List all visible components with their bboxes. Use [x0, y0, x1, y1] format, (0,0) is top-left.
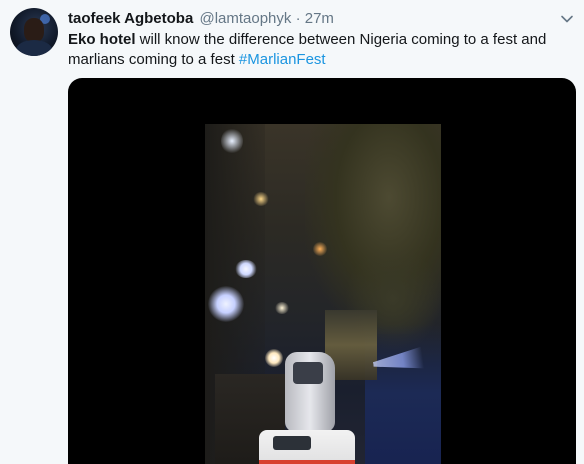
- video-van: [259, 430, 355, 464]
- tweet[interactable]: taofeek Agbetoba @lamtaophyk · 27m Eko h…: [0, 0, 584, 464]
- video-light: [275, 302, 289, 314]
- separator-dot: ·: [295, 10, 301, 27]
- hashtag-link[interactable]: #MarlianFest: [239, 51, 326, 68]
- author-avatar[interactable]: [10, 8, 58, 56]
- tweet-text: Eko hotel will know the difference betwe…: [68, 30, 568, 70]
- avatar-shirt: [16, 40, 52, 56]
- tweet-timestamp[interactable]: 27m: [305, 10, 334, 27]
- video-light: [208, 286, 244, 322]
- video-media[interactable]: [68, 78, 576, 464]
- tweet-text-bold: Eko hotel: [68, 31, 136, 48]
- author-name[interactable]: taofeek Agbetoba: [68, 10, 193, 27]
- video-light: [313, 242, 327, 256]
- author-handle[interactable]: @lamtaophyk: [199, 10, 291, 27]
- video-light: [265, 349, 283, 367]
- video-car-window: [293, 362, 323, 384]
- tweet-header: taofeek Agbetoba @lamtaophyk · 27m: [68, 9, 334, 29]
- video-light: [235, 260, 257, 278]
- video-frame[interactable]: [205, 124, 441, 464]
- video-van-window: [273, 436, 311, 450]
- video-van-stripe: [259, 460, 355, 464]
- chevron-down-icon[interactable]: [560, 12, 574, 26]
- video-light: [253, 192, 269, 206]
- video-light: [221, 128, 243, 154]
- avatar-face: [24, 18, 44, 42]
- video-car: [285, 352, 335, 432]
